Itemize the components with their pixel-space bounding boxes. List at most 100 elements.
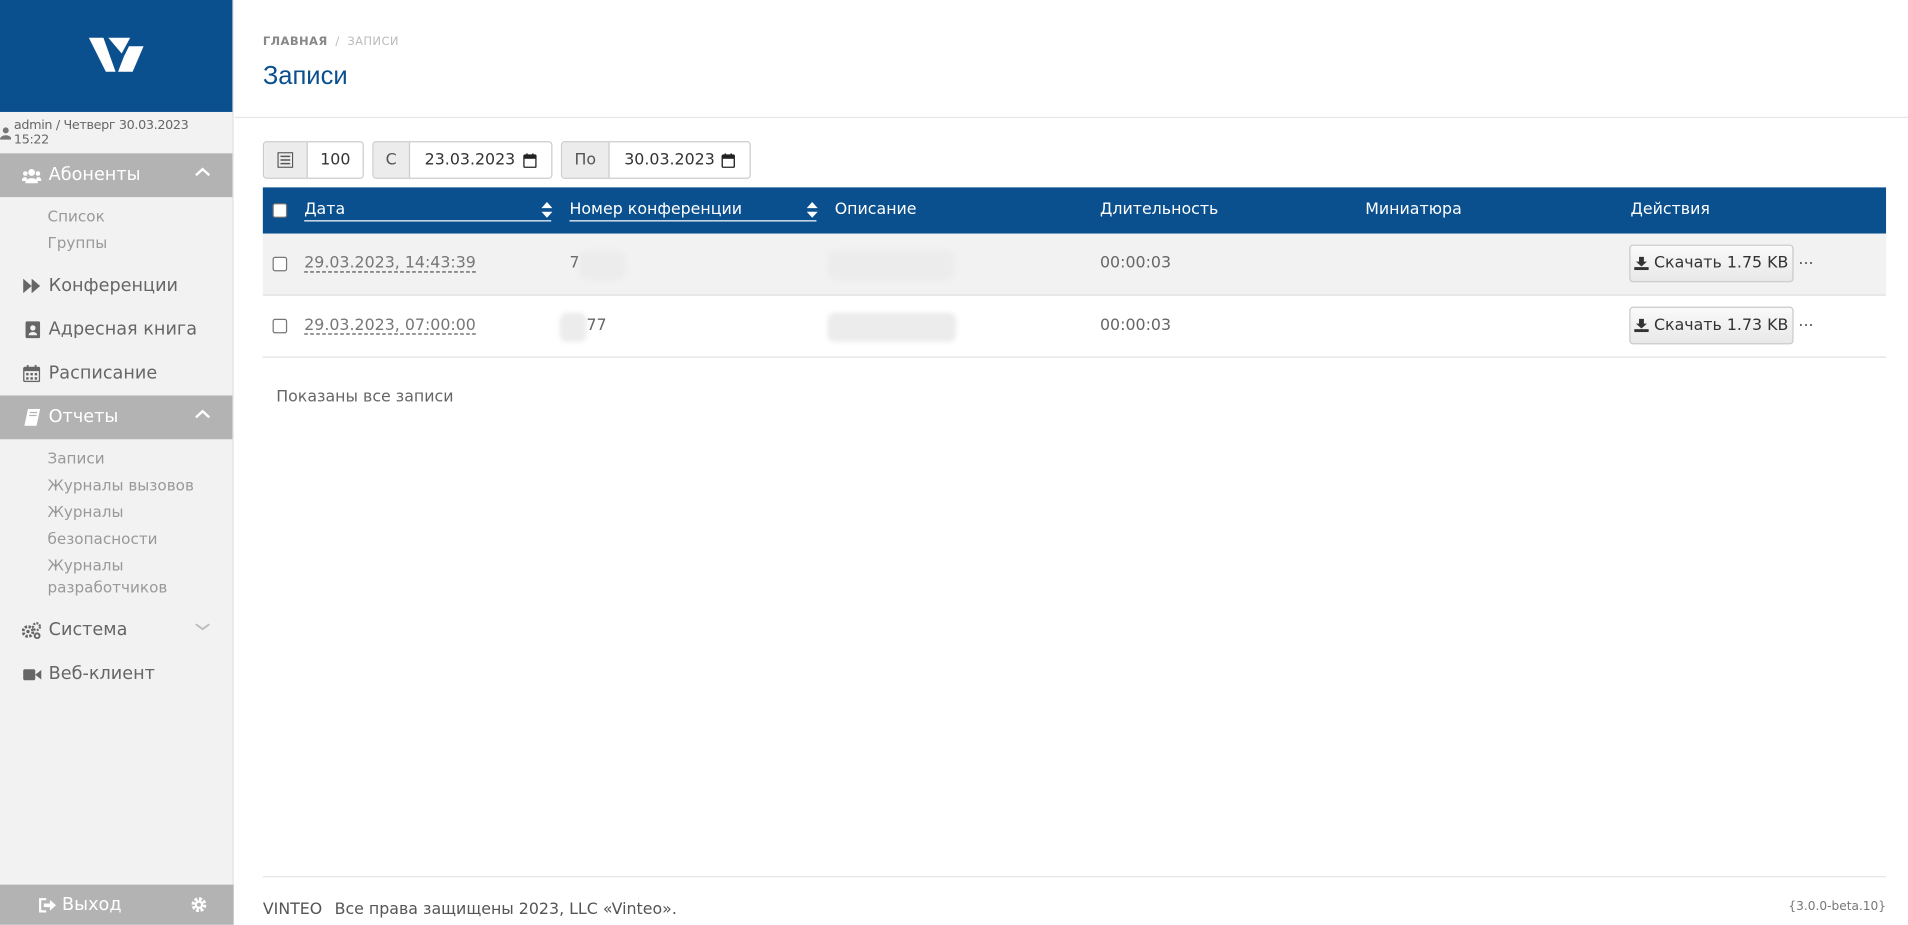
- user-info: admin / Четверг 30.03.2023 15:22: [0, 112, 232, 153]
- date-to-input[interactable]: 30.03.2023: [610, 142, 750, 177]
- sidebar-item-system[interactable]: Система: [0, 608, 232, 652]
- column-header-duration: Длительность: [1099, 200, 1219, 220]
- sidebar-item-address-book[interactable]: Адресная книга: [0, 308, 232, 352]
- calendar-icon[interactable]: [523, 152, 537, 168]
- sidebar-item-reports[interactable]: Отчеты: [0, 395, 233, 440]
- sidebar-item-subscribers[interactable]: Абоненты: [0, 153, 233, 198]
- row-checkbox[interactable]: [272, 318, 288, 334]
- sidebar-subitem-records[interactable]: Записи: [47, 445, 232, 472]
- page-title: Записи: [262, 62, 348, 91]
- sidebar-bottom-bar: Выход: [0, 884, 234, 925]
- date-from-label: С: [373, 142, 411, 178]
- row-date[interactable]: 29.03.2023, 07:00:00: [304, 316, 476, 334]
- table-header: Дата Номер конференции Описание Длительн…: [262, 187, 1887, 234]
- date-to-group: По 30.03.2023: [560, 141, 751, 179]
- sidebar-item-label: Система: [48, 620, 128, 641]
- gears-icon: [21, 622, 42, 639]
- download-button[interactable]: Скачать 1.73 KB: [1629, 306, 1794, 345]
- gear-icon[interactable]: [191, 897, 207, 913]
- date-from-input[interactable]: 23.03.2023: [410, 142, 551, 177]
- sort-icon[interactable]: [541, 201, 553, 218]
- sidebar-subitem-developer-logs[interactable]: Журналы разработчиков: [47, 552, 193, 601]
- filter-toolbar: 100 С 23.03.2023 По 30.03.2023: [262, 141, 759, 179]
- header-divider: [234, 116, 1908, 119]
- column-header-actions: Действия: [1630, 200, 1710, 220]
- column-header-conference-number[interactable]: Номер конференции: [569, 201, 817, 222]
- sort-icon[interactable]: [806, 201, 818, 218]
- calendar-icon[interactable]: [721, 152, 735, 168]
- user-info-text: admin / Четверг 30.03.2023 15:22: [13, 118, 189, 148]
- version-label: {3.0.0-beta.10}: [1788, 900, 1887, 914]
- page-size-addon: [264, 142, 308, 178]
- submenu-subscribers: Список Группы: [0, 197, 232, 264]
- book-icon: [22, 408, 41, 426]
- users-icon: [21, 167, 42, 184]
- download-button[interactable]: Скачать 1.75 KB: [1629, 244, 1794, 283]
- sidebar-item-label: Расписание: [48, 363, 158, 384]
- chevron-up-icon: [195, 167, 211, 177]
- address-book-icon: [22, 321, 41, 339]
- row-conference-number: 7: [569, 254, 580, 273]
- sidebar-item-label: Конференции: [48, 276, 179, 296]
- date-to-value: 30.03.2023: [624, 150, 715, 170]
- download-label: Скачать 1.73 KB: [1653, 316, 1789, 335]
- column-header-date[interactable]: Дата: [304, 201, 552, 222]
- column-header-thumbnail: Миниатюра: [1365, 200, 1462, 220]
- column-header-description: Описание: [834, 200, 917, 220]
- records-table: Дата Номер конференции Описание Длительн…: [262, 187, 1887, 358]
- breadcrumb: ГЛАВНАЯ / ЗАПИСИ: [263, 35, 399, 48]
- redacted-conference-number: [579, 250, 626, 280]
- sidebar-item-schedule[interactable]: Расписание: [0, 352, 232, 396]
- row-duration: 00:00:03: [1099, 254, 1172, 273]
- redacted-description: [827, 250, 954, 280]
- download-label: Скачать 1.75 KB: [1653, 254, 1789, 273]
- sign-out-icon: [39, 897, 56, 912]
- footer-brand: VINTEO: [262, 900, 323, 919]
- submenu-reports: Записи Журналы вызовов Журналы безопасно…: [0, 439, 232, 608]
- logout-button[interactable]: Выход: [39, 895, 122, 914]
- footer-copyright: Все права защищены 2023, LLC «Vinteo».: [334, 900, 677, 919]
- breadcrumb-separator: /: [335, 35, 340, 49]
- sidebar-item-label: Абоненты: [48, 165, 141, 185]
- sidebar-item-label: Адресная книга: [48, 320, 198, 340]
- date-from-value: 23.03.2023: [424, 150, 516, 170]
- table-row: 29.03.2023, 07:00:00 77 00:00:03 Скачать…: [262, 296, 1887, 358]
- date-from-group: С 23.03.2023: [372, 141, 553, 179]
- more-actions-button[interactable]: ...: [1798, 251, 1813, 269]
- fast-forward-icon: [22, 277, 41, 294]
- footer-divider: [262, 876, 1887, 878]
- more-actions-button[interactable]: ...: [1798, 313, 1813, 331]
- sidebar-subitem-list[interactable]: Список: [47, 203, 232, 230]
- download-icon: [1634, 318, 1650, 333]
- select-all-checkbox[interactable]: [272, 203, 288, 218]
- redacted-description: [827, 312, 957, 342]
- sidebar-item-conferences[interactable]: Конференции: [0, 264, 232, 308]
- sidebar-subitem-security-logs[interactable]: Журналы безопасности: [47, 499, 232, 553]
- page-size-group: 100: [262, 141, 364, 179]
- video-camera-icon: [22, 666, 41, 683]
- list-icon: [277, 152, 294, 168]
- logo[interactable]: [0, 0, 233, 112]
- page-size-input[interactable]: 100: [308, 142, 363, 177]
- records-summary: Показаны все записи: [276, 388, 454, 407]
- breadcrumb-home[interactable]: ГЛАВНАЯ: [263, 35, 328, 48]
- sidebar-subitem-groups[interactable]: Группы: [47, 230, 232, 257]
- calendar-icon: [22, 365, 41, 383]
- breadcrumb-current: ЗАПИСИ: [347, 35, 399, 49]
- sidebar-item-label: Отчеты: [48, 407, 119, 428]
- row-duration: 00:00:03: [1099, 316, 1172, 335]
- sidebar-item-label: Веб-клиент: [48, 664, 155, 684]
- chevron-down-icon: [195, 623, 210, 631]
- footer: VINTEO Все права защищены 2023, LLC «Vin…: [263, 900, 677, 918]
- sidebar-subitem-call-logs[interactable]: Журналы вызовов: [47, 472, 232, 499]
- user-icon: [0, 126, 12, 139]
- vinteo-logo-icon: [88, 37, 143, 72]
- row-conference-number: 77: [586, 316, 607, 335]
- row-date[interactable]: 29.03.2023, 14:43:39: [304, 254, 476, 272]
- sidebar: admin / Четверг 30.03.2023 15:22 Абонент…: [0, 0, 234, 925]
- download-icon: [1634, 256, 1650, 271]
- chevron-up-icon: [195, 409, 211, 419]
- date-to-label: По: [562, 142, 610, 178]
- row-checkbox[interactable]: [272, 256, 288, 272]
- sidebar-item-web-client[interactable]: Веб-клиент: [0, 652, 232, 696]
